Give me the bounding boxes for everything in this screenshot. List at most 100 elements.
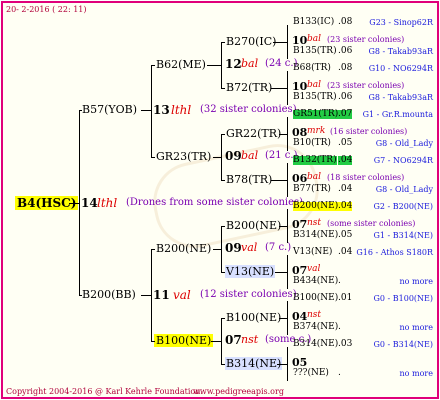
gen4-origin-3[interactable]: G10 - NO6294R: [369, 65, 433, 73]
gen4-origin-11[interactable]: G16 - Athos S180R: [356, 249, 433, 257]
gen3-race-1: bal: [307, 34, 322, 44]
sire-race: lthl: [171, 103, 192, 117]
gen4-queen-8[interactable]: B77(TR): [293, 185, 331, 194]
gen2-queen-1[interactable]: B62(ME): [156, 59, 206, 70]
gen2-race-3: val: [241, 241, 258, 254]
gen4-num-10: .05: [338, 230, 353, 240]
gen4-num-3: .08: [338, 63, 353, 73]
gen3-queen-1[interactable]: B270(IC): [226, 36, 276, 47]
gen4-num-7: .04: [338, 155, 353, 165]
gen3-gen-1: 10: [292, 34, 308, 47]
copyright-text: Copyright 2004-2016 @ Karl Kehrle Founda…: [6, 387, 203, 396]
site-link[interactable]: www.pedigreeapis.org: [193, 388, 284, 396]
gen3-race-4: bal: [307, 172, 322, 182]
gen3-queen-3[interactable]: GR22(TR): [226, 128, 281, 139]
gen4-queen-6[interactable]: B10(TR): [293, 139, 331, 148]
gen3-race-5: nst: [307, 218, 322, 228]
gen2-gen-4: 07: [225, 333, 242, 347]
gen3-queen-2[interactable]: B72(TR): [226, 82, 272, 93]
gen4-queen-13[interactable]: B100(NE): [293, 294, 338, 303]
gen4-origin-12[interactable]: no more: [400, 278, 433, 286]
gen3-race-3: mrk: [307, 126, 326, 136]
gen2-gen-1: 12: [225, 57, 242, 71]
root-race: lthl: [97, 196, 118, 210]
gen3-note-4: (18 sister colonies): [327, 173, 405, 182]
gen4-num-6: .05: [338, 138, 353, 148]
sire-note: (32 sister colonies): [200, 104, 297, 115]
gen3-gen-2: 10: [292, 80, 308, 93]
gen4-num-11: .04: [338, 247, 353, 257]
gen4-queen-4[interactable]: B135(TR): [293, 93, 337, 102]
date-stamp: 20- 2-2016 ( 22: 11): [6, 5, 87, 14]
gen4-num-16: .: [338, 368, 341, 378]
dam-race: val: [173, 288, 191, 302]
gen4-origin-6[interactable]: G8 - Old_Lady: [376, 140, 433, 148]
dam-queen[interactable]: B200(BB): [82, 289, 136, 300]
gen4-origin-4[interactable]: G8 - Takab93aR: [369, 94, 433, 102]
gen4-queen-2[interactable]: B135(TR): [293, 47, 337, 56]
gen4-num-13: .01: [338, 293, 353, 303]
gen4-num-1: .08: [338, 17, 353, 27]
sire-queen[interactable]: B57(YOB): [82, 104, 137, 115]
sire-gen: 13: [153, 103, 170, 117]
gen2-gen-2: 09: [225, 149, 242, 163]
gen3-race-7: nst: [307, 310, 322, 320]
gen2-queen-3[interactable]: B200(NE): [156, 243, 211, 254]
gen4-num-8: .04: [338, 184, 353, 194]
gen3-gen-7: 04: [292, 310, 308, 323]
gen4-num-2: .06: [338, 46, 353, 56]
gen4-origin-14[interactable]: no more: [400, 324, 433, 332]
gen3-queen-5[interactable]: B200(NE): [226, 220, 281, 231]
gen4-queen-10[interactable]: B314(NE): [293, 231, 338, 240]
gen2-race-1: bal: [241, 57, 259, 70]
gen3-gen-4: 06: [292, 172, 308, 185]
gen4-num-14: .: [338, 322, 341, 332]
gen4-num-15: .03: [338, 339, 353, 349]
gen4-queen-1[interactable]: B133(IC): [293, 18, 334, 27]
gen4-origin-10[interactable]: G1 - B314(NE): [374, 232, 434, 240]
dam-gen: 11: [153, 288, 170, 302]
gen3-queen-7[interactable]: B100(NE): [226, 312, 281, 323]
gen4-origin-1[interactable]: G23 - Sinop62R: [369, 19, 433, 27]
dam-note: (12 sister colonies): [200, 289, 297, 300]
gen4-queen-15[interactable]: B314(NE): [293, 340, 338, 349]
gen4-queen-3[interactable]: B68(TR): [293, 64, 331, 73]
gen3-gen-6: 07: [292, 264, 308, 277]
gen4-origin-8[interactable]: G8 - Old_Lady: [376, 186, 433, 194]
gen4-queen-12[interactable]: B434(NE): [293, 277, 338, 286]
gen4-num-4: .06: [338, 92, 353, 102]
gen4-origin-7[interactable]: G7 - NO6294R: [374, 157, 433, 165]
gen4-origin-2[interactable]: G8 - Takab93aR: [369, 48, 433, 56]
gen3-gen-5: 07: [292, 218, 308, 231]
gen3-queen-6[interactable]: V13(NE): [225, 265, 276, 278]
gen4-origin-13[interactable]: G0 - B100(NE): [374, 295, 434, 303]
gen4-num-5: .07: [338, 109, 353, 119]
gen3-race-6: val: [307, 264, 321, 274]
gen4-origin-15[interactable]: G0 - B314(NE): [374, 341, 434, 349]
gen4-queen-14[interactable]: B374(NE): [293, 323, 338, 332]
gen4-origin-5[interactable]: G1 - Gr.R.mounta: [363, 111, 433, 119]
gen3-race-2: bal: [307, 80, 322, 90]
gen3-queen-8[interactable]: B314(NE): [225, 357, 283, 370]
gen2-queen-2[interactable]: GR23(TR): [156, 151, 211, 162]
gen3-note-3: (16 sister colonies): [330, 127, 408, 136]
gen4-origin-16[interactable]: no more: [400, 370, 433, 378]
gen4-origin-9[interactable]: G2 - B200(NE): [374, 203, 434, 211]
gen4-num-9: .04: [338, 201, 353, 211]
gen4-queen-16[interactable]: ???(NE): [293, 369, 329, 378]
root-note: (Drones from some sister colonies): [126, 197, 304, 208]
gen4-queen-5[interactable]: GR51(TR): [293, 110, 339, 119]
gen3-queen-4[interactable]: B78(TR): [226, 174, 272, 185]
gen2-race-2: bal: [241, 149, 259, 162]
gen4-queen-9[interactable]: B200(NE): [293, 202, 339, 211]
gen2-queen-4[interactable]: B100(NE): [154, 334, 214, 347]
gen3-note-2: (23 sister colonies): [327, 81, 405, 90]
gen2-note-3: (7 c.): [265, 242, 292, 253]
gen4-queen-7[interactable]: B132(TR): [293, 156, 337, 165]
gen2-gen-3: 09: [225, 241, 242, 255]
gen4-queen-11[interactable]: V13(NE): [293, 248, 332, 257]
gen4-num-12: .: [338, 276, 341, 286]
gen3-gen-3: 08: [292, 126, 308, 139]
pedigree-frame: 20- 2-2016 ( 22: 11) B4(HSC) 14 lthl (Dr…: [1, 1, 439, 399]
root-gen: 14: [81, 196, 98, 210]
